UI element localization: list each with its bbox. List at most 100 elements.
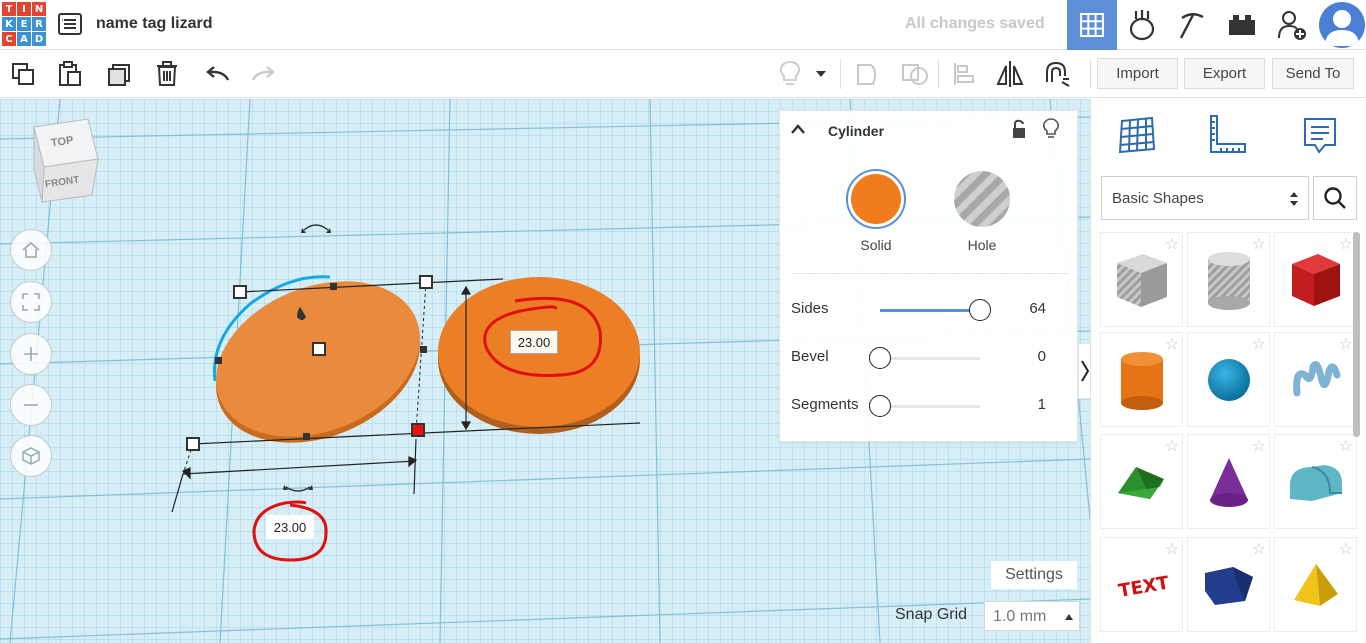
shape-text[interactable]: TEXT ☆: [1100, 537, 1183, 632]
codeblocks-button[interactable]: [1167, 0, 1217, 50]
notes-tab[interactable]: [1296, 111, 1344, 159]
ungroup-button[interactable]: [898, 57, 932, 91]
circuits-button[interactable]: [1117, 0, 1167, 50]
favorite-star-icon[interactable]: ☆: [1252, 237, 1266, 253]
shape-box[interactable]: ☆: [1274, 232, 1357, 327]
inspector-title: Cylinder: [828, 123, 885, 139]
shape-cylinder-hole[interactable]: ☆: [1187, 232, 1270, 327]
hole-option[interactable]: [954, 171, 1010, 227]
shape-cone[interactable]: ☆: [1187, 434, 1270, 529]
favorite-star-icon[interactable]: ☆: [1165, 439, 1179, 455]
lock-icon: [1013, 119, 1025, 138]
scribble-icon: [1292, 360, 1340, 396]
3d-view-button[interactable]: [1067, 0, 1117, 50]
shape-cylinder[interactable]: ☆: [1100, 332, 1183, 427]
sides-slider-handle[interactable]: [969, 299, 991, 321]
favorite-star-icon[interactable]: ☆: [1339, 337, 1353, 353]
circuits-icon: [1129, 10, 1155, 41]
zoom-in-button[interactable]: [10, 333, 52, 375]
undo-button[interactable]: [200, 57, 234, 91]
shape-search-button[interactable]: [1313, 176, 1357, 220]
workplane-tab[interactable]: [1112, 111, 1160, 159]
sides-value[interactable]: 64: [1016, 300, 1046, 317]
shape-inspector: Cylinder Solid Hole Sides 64 Bevel 0 Seg…: [779, 110, 1078, 442]
logo-letter: N: [32, 2, 46, 16]
export-button[interactable]: Export: [1184, 58, 1265, 89]
solid-label: Solid: [860, 237, 892, 253]
shape-prism[interactable]: ☆: [1187, 537, 1270, 632]
shape-pyramid[interactable]: ☆: [1274, 537, 1357, 632]
group-button[interactable]: [851, 57, 885, 91]
shape-scribble[interactable]: ☆: [1274, 332, 1357, 427]
zoom-out-button[interactable]: [10, 384, 52, 426]
segments-slider-handle[interactable]: [869, 395, 891, 417]
lock-button[interactable]: [1010, 119, 1028, 144]
import-button[interactable]: Import: [1097, 58, 1178, 89]
light-dropdown[interactable]: [810, 57, 832, 91]
duplicate-button[interactable]: [103, 57, 137, 91]
shape-category-select[interactable]: Basic Shapes: [1101, 176, 1309, 220]
lightbulb-icon: [1043, 118, 1059, 138]
favorite-star-icon[interactable]: ☆: [1165, 337, 1179, 353]
solid-option[interactable]: [846, 169, 906, 229]
cruise-button[interactable]: [1039, 57, 1073, 91]
segments-value[interactable]: 1: [1016, 396, 1046, 413]
collapse-inspector-button[interactable]: [790, 122, 806, 140]
prism-icon: [1204, 566, 1253, 605]
perspective-button[interactable]: [10, 435, 52, 477]
sides-slider-fill: [880, 309, 980, 312]
lightbulb-icon: [779, 61, 801, 85]
segments-slider-track[interactable]: [880, 405, 980, 408]
shapes-scrollbar[interactable]: [1353, 232, 1360, 437]
bevel-slider-handle[interactable]: [869, 347, 891, 369]
bricks-button[interactable]: [1217, 0, 1267, 50]
shapes-panel: Basic Shapes ☆ ☆ ☆ ☆ ☆ ☆ ☆ ☆ ☆ TEXT ☆ ☆ …: [1090, 99, 1366, 643]
tinkercad-logo[interactable]: TIN KER CAD: [2, 2, 46, 47]
favorite-star-icon[interactable]: ☆: [1165, 542, 1179, 558]
width-dimension-input[interactable]: 23.00: [510, 330, 558, 354]
design-title[interactable]: name tag lizard: [96, 15, 212, 33]
favorite-star-icon[interactable]: ☆: [1339, 237, 1353, 253]
cylinder-object[interactable]: [438, 277, 640, 434]
workplane-settings-button[interactable]: Settings: [991, 561, 1077, 589]
favorite-star-icon[interactable]: ☆: [1339, 542, 1353, 558]
perspective-icon: [22, 447, 40, 465]
bevel-value[interactable]: 0: [1016, 348, 1046, 365]
favorite-star-icon[interactable]: ☆: [1339, 439, 1353, 455]
view-cube[interactable]: [33, 118, 99, 203]
depth-dimension-input[interactable]: 23.00: [266, 515, 314, 539]
visibility-button[interactable]: [1042, 118, 1060, 145]
light-button[interactable]: [773, 57, 807, 91]
favorite-star-icon[interactable]: ☆: [1165, 237, 1179, 253]
favorite-star-icon[interactable]: ☆: [1252, 542, 1266, 558]
3d-view-icon: [1080, 13, 1104, 37]
home-view-button[interactable]: [10, 229, 52, 271]
fit-icon: [22, 293, 40, 311]
delete-button[interactable]: [150, 57, 184, 91]
shape-round-roof[interactable]: ☆: [1274, 434, 1357, 529]
paste-icon: [59, 61, 81, 86]
bevel-slider-track[interactable]: [880, 357, 980, 360]
cone-icon: [1209, 457, 1248, 507]
chevron-up-icon: [791, 124, 805, 134]
align-button[interactable]: [947, 57, 981, 91]
favorite-star-icon[interactable]: ☆: [1252, 439, 1266, 455]
trash-icon: [157, 61, 177, 86]
redo-button[interactable]: [247, 57, 281, 91]
add-user-button[interactable]: [1267, 0, 1317, 50]
favorite-star-icon[interactable]: ☆: [1252, 337, 1266, 353]
mirror-button[interactable]: [993, 57, 1027, 91]
shape-box-hole[interactable]: ☆: [1100, 232, 1183, 327]
bevel-label: Bevel: [791, 348, 829, 365]
fit-view-button[interactable]: [10, 281, 52, 323]
snap-grid-select[interactable]: 1.0 mm: [984, 601, 1080, 631]
shape-roof[interactable]: ☆: [1100, 434, 1183, 529]
ruler-tab[interactable]: [1202, 111, 1250, 159]
mirror-icon: [996, 61, 1024, 87]
design-list-icon[interactable]: [58, 12, 82, 36]
paste-button[interactable]: [53, 57, 87, 91]
shape-sphere[interactable]: ☆: [1187, 332, 1270, 427]
copy-button[interactable]: [6, 57, 40, 91]
user-avatar[interactable]: [1319, 2, 1365, 48]
send-to-button[interactable]: Send To: [1272, 58, 1354, 89]
